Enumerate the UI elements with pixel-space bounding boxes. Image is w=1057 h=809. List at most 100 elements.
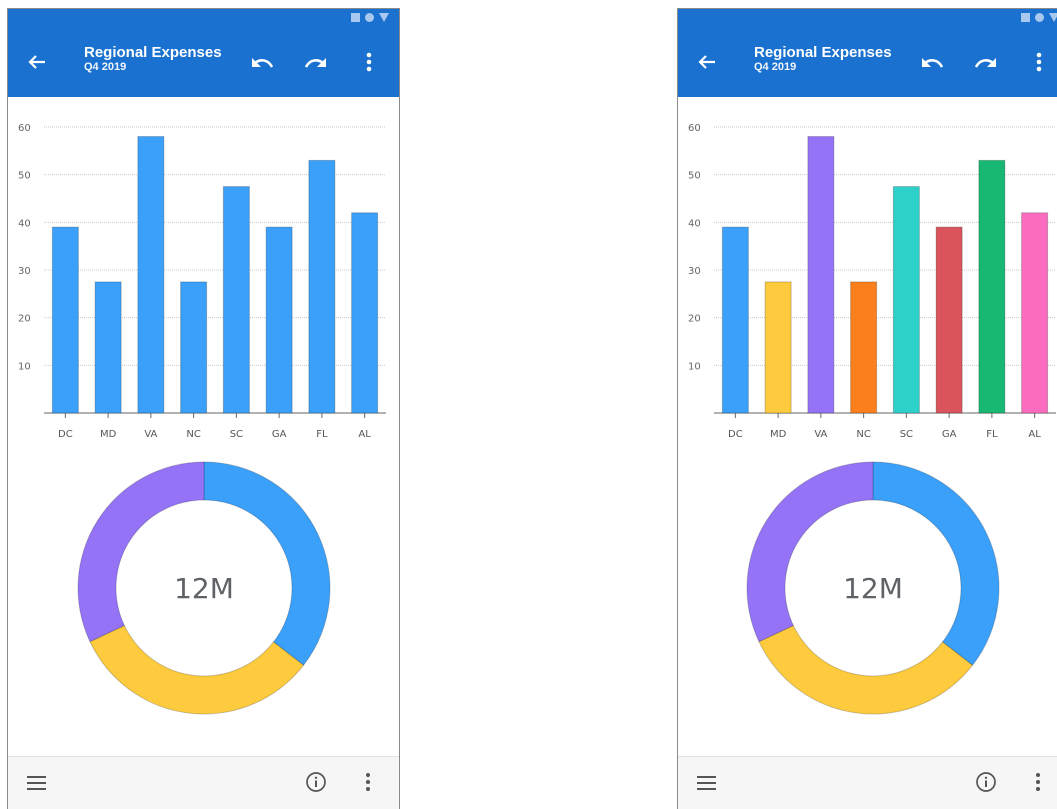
x-tick-label: FL (316, 429, 328, 440)
bar-md[interactable] (764, 281, 792, 414)
redo-button[interactable] (972, 51, 1000, 75)
status-circle-icon (1035, 13, 1044, 22)
redo-button[interactable] (302, 51, 330, 75)
donut-center-label: 12M (843, 572, 903, 605)
arrow-left-icon (698, 55, 715, 69)
more-vertical-icon (1036, 773, 1040, 791)
bottom-more-button[interactable] (364, 771, 372, 793)
page-subtitle: Q4 2019 (754, 61, 797, 73)
bar-chart: 10 20 30 40 50 60 DC MD VA NC SC GA FL AL (18, 123, 386, 440)
y-tick-label: 30 (18, 266, 31, 277)
y-tick-label: 10 (18, 361, 31, 372)
y-tick-label: 50 (18, 171, 31, 182)
x-tick-label: VA (144, 429, 157, 440)
back-button[interactable] (24, 49, 50, 75)
more-vertical-icon (366, 52, 372, 72)
undo-button[interactable] (248, 51, 276, 75)
bar-chart: 10 20 30 40 50 60 DC MD VA NC SC GA FL AL (688, 123, 1056, 440)
app-bar: Regional Expenses Q4 2019 (678, 27, 1057, 97)
y-tick-label: 20 (18, 314, 31, 325)
x-tick-label: NC (186, 429, 200, 440)
x-tick-label: MD (100, 429, 117, 440)
bottom-bar (678, 756, 1057, 809)
status-triangle-icon (379, 13, 389, 22)
bar-sc[interactable] (222, 186, 250, 414)
hamburger-menu-icon (697, 776, 716, 790)
x-tick-label: VA (814, 429, 827, 440)
undo-icon (252, 58, 274, 68)
donut-chart: 12M (77, 461, 331, 715)
bar-ga[interactable] (265, 226, 293, 414)
phone-screen-uniform: Regional Expenses Q4 2019 10 20 30 40 50 60 DC… (7, 8, 400, 809)
content-area: 10 20 30 40 50 60 DC MD VA NC SC GA FL AL 12M (678, 97, 1057, 757)
bottom-more-button[interactable] (1034, 771, 1042, 793)
x-tick-label: GA (272, 429, 287, 440)
more-options-button[interactable] (1028, 49, 1050, 75)
status-triangle-icon (1049, 13, 1057, 22)
more-options-button[interactable] (358, 49, 380, 75)
bar-nc[interactable] (180, 281, 208, 414)
x-tick-label: NC (856, 429, 870, 440)
y-tick-label: 40 (688, 218, 701, 229)
donut-slice[interactable] (89, 624, 305, 715)
bar-fl[interactable] (308, 159, 336, 414)
y-tick-label: 60 (688, 123, 701, 134)
status-square-icon (351, 13, 360, 22)
x-tick-label: AL (1028, 429, 1041, 440)
x-tick-label: SC (900, 429, 913, 440)
menu-button[interactable] (696, 773, 718, 793)
y-tick-label: 10 (688, 361, 701, 372)
bar-nc[interactable] (850, 281, 878, 414)
donut-slice[interactable] (758, 624, 974, 715)
bar-md[interactable] (94, 281, 122, 414)
donut-slice[interactable] (77, 461, 205, 643)
undo-button[interactable] (918, 51, 946, 75)
bar-sc[interactable] (892, 186, 920, 414)
back-button[interactable] (694, 49, 720, 75)
donut-slice[interactable] (746, 461, 874, 643)
donut-slice[interactable] (203, 461, 331, 666)
phone-screen-multicolor: Regional Expenses Q4 2019 10 20 30 40 50 60 DC… (677, 8, 1057, 809)
info-circle-icon (306, 772, 326, 792)
info-circle-icon (976, 772, 996, 792)
x-tick-label: AL (358, 429, 371, 440)
redo-icon (304, 58, 326, 68)
more-vertical-icon (1036, 52, 1042, 72)
menu-button[interactable] (26, 773, 48, 793)
page-subtitle: Q4 2019 (84, 61, 127, 73)
page-title: Regional Expenses (84, 44, 222, 61)
status-square-icon (1021, 13, 1030, 22)
x-tick-label: DC (728, 429, 743, 440)
y-tick-label: 60 (18, 123, 31, 134)
bar-dc[interactable] (51, 226, 79, 414)
bar-dc[interactable] (721, 226, 749, 414)
y-tick-label: 30 (688, 266, 701, 277)
y-tick-label: 40 (18, 218, 31, 229)
donut-center-label: 12M (174, 572, 234, 605)
info-button[interactable] (975, 771, 997, 793)
x-tick-label: FL (986, 429, 998, 440)
redo-icon (974, 58, 996, 68)
bar-fl[interactable] (978, 159, 1006, 414)
y-tick-label: 20 (688, 314, 701, 325)
page-title: Regional Expenses (754, 44, 892, 61)
bar-va[interactable] (807, 136, 835, 414)
y-tick-label: 50 (688, 171, 701, 182)
more-vertical-icon (366, 773, 370, 791)
bar-al[interactable] (1021, 212, 1049, 414)
status-circle-icon (365, 13, 374, 22)
status-bar (678, 9, 1057, 27)
content-area: 10 20 30 40 50 60 DC MD VA NC SC GA FL AL 12M (8, 97, 399, 757)
app-bar: Regional Expenses Q4 2019 (8, 27, 399, 97)
donut-slice[interactable] (872, 461, 1000, 666)
arrow-left-icon (28, 55, 45, 69)
x-tick-label: DC (58, 429, 73, 440)
bar-va[interactable] (137, 136, 165, 414)
status-bar (8, 9, 399, 27)
bar-al[interactable] (351, 212, 379, 414)
bottom-bar (8, 756, 399, 809)
x-tick-label: SC (230, 429, 243, 440)
x-tick-label: GA (942, 429, 957, 440)
info-button[interactable] (305, 771, 327, 793)
bar-ga[interactable] (935, 226, 963, 414)
